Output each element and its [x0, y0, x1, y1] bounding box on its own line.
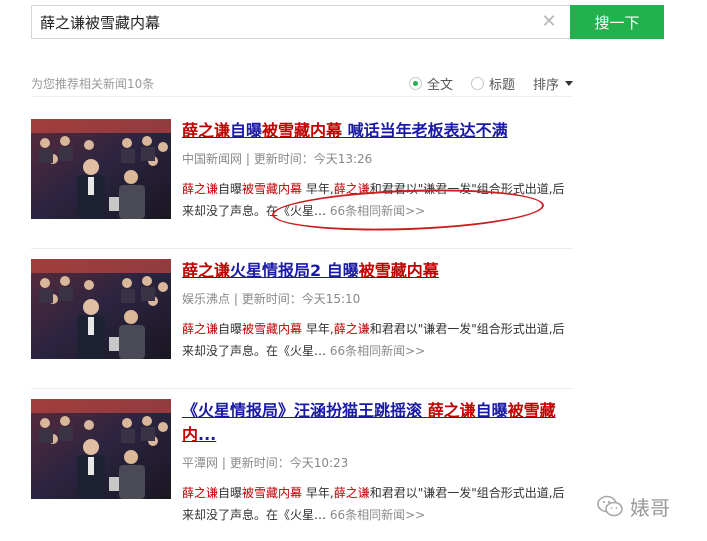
snippet-fragment: 早年, [302, 322, 334, 336]
result-thumbnail[interactable] [31, 399, 171, 499]
title-fragment: 《火星情报局》汪涵扮猫王跳摇滚 [182, 401, 428, 420]
result-meta: 中国新闻网 | 更新时间：今天13:26 [182, 151, 574, 167]
snippet-fragment: 早年, [302, 182, 334, 196]
result-time: 更新时间：今天13:26 [253, 152, 373, 166]
title-fragment: 喊话当年老板表达不满 [342, 121, 508, 140]
search-button[interactable]: 搜一下 [570, 5, 664, 39]
result-divider [31, 248, 573, 249]
meta-separator: | [218, 456, 230, 470]
result-source: 娱乐沸点 [182, 292, 231, 306]
result-snippet: 薛之谦自曝被雪藏内幕 早年,薛之谦和君君以"谦君一发"组合形式出道,后来却没了声… [182, 318, 574, 362]
title-fragment: 自曝 [475, 401, 508, 420]
result-item: 《火星情报局》汪涵扮猫王跳摇滚 薛之谦自曝被雪藏内... 平潭网 | 更新时间：今… [31, 399, 573, 541]
title-fragment: ... [198, 425, 217, 444]
result-divider [31, 388, 573, 389]
result-title-link[interactable]: 《火星情报局》汪涵扮猫王跳摇滚 薛之谦自曝被雪藏内... [182, 399, 567, 447]
radio-checked-icon[interactable] [408, 77, 422, 90]
result-body: 《火星情报局》汪涵扮猫王跳摇滚 薛之谦自曝被雪藏内... 平潭网 | 更新时间：今… [182, 399, 574, 526]
result-time: 更新时间：今天15:10 [241, 292, 361, 306]
result-snippet: 薛之谦自曝被雪藏内幕 早年,薛之谦和君君以"谦君一发"组合形式出道,后来却没了声… [182, 482, 574, 526]
meta-separator: | [230, 292, 242, 306]
snippet-fragment: 被雪藏内幕 [242, 486, 303, 500]
radio-unchecked-icon[interactable] [470, 77, 484, 90]
caret-down-icon [565, 81, 573, 86]
filter-full-text-label: 全文 [426, 78, 453, 93]
result-thumbnail[interactable] [31, 259, 171, 359]
snippet-fragment: 被雪藏内幕 [242, 322, 303, 336]
search-input[interactable]: 薛之谦被雪藏内幕 ✕ [31, 5, 570, 39]
title-fragment: 火星情报局2 自曝 [230, 261, 359, 280]
thumbnail-image [31, 399, 171, 499]
result-meta: 平潭网 | 更新时间：今天10:23 [182, 455, 574, 471]
snippet-fragment: 自曝 [218, 486, 243, 500]
filter-full-text-option[interactable]: 全文 [408, 74, 453, 93]
result-item: 薛之谦自曝被雪藏内幕 喊话当年老板表达不满 中国新闻网 | 更新时间：今天13:2… [31, 119, 573, 249]
result-time: 更新时间：今天10:23 [229, 456, 349, 470]
result-title-link[interactable]: 薛之谦火星情报局2 自曝被雪藏内幕 [182, 259, 574, 283]
filter-title-option[interactable]: 标题 [470, 74, 515, 93]
filter-row: 为您推荐相关新闻10条 全文 标题 排序 [31, 71, 573, 97]
thumbnail-image [31, 119, 171, 219]
wechat-icon [597, 495, 623, 517]
result-source: 中国新闻网 [182, 152, 243, 166]
meta-separator: | [242, 152, 254, 166]
title-fragment: 薛之谦 [182, 261, 231, 280]
snippet-fragment: 自曝 [218, 182, 243, 196]
thumbnail-image [31, 259, 171, 359]
snippet-fragment: 薛之谦 [333, 322, 370, 336]
snippet-fragment: 薛之谦 [182, 486, 219, 500]
result-item: 薛之谦火星情报局2 自曝被雪藏内幕 娱乐沸点 | 更新时间：今天15:10 薛之谦自… [31, 259, 573, 389]
watermark-text: 婊哥 [630, 495, 670, 520]
close-icon[interactable]: ✕ [540, 13, 558, 31]
recommend-count-text: 为您推荐相关新闻10条 [31, 77, 155, 91]
result-thumbnail[interactable] [31, 119, 171, 219]
result-meta: 娱乐沸点 | 更新时间：今天15:10 [182, 291, 574, 307]
sort-dropdown[interactable]: 排序 [533, 74, 573, 93]
filter-options: 全文 标题 排序 [408, 74, 573, 93]
watermark: 婊哥 [596, 490, 670, 522]
result-body: 薛之谦火星情报局2 自曝被雪藏内幕 娱乐沸点 | 更新时间：今天15:10 薛之谦自… [182, 259, 574, 362]
sort-label: 排序 [532, 78, 559, 93]
title-fragment: 被雪藏内幕 [262, 121, 343, 140]
search-query-text: 薛之谦被雪藏内幕 [40, 13, 161, 32]
search-bar: 薛之谦被雪藏内幕 ✕ 搜一下 [31, 5, 664, 39]
title-fragment: 薛之谦 [427, 401, 476, 420]
title-fragment: 自曝 [230, 121, 263, 140]
snippet-fragment: 薛之谦 [182, 322, 219, 336]
title-fragment: 被雪藏内幕 [358, 261, 439, 280]
snippet-fragment: 被雪藏内幕 [242, 182, 303, 196]
snippet-fragment: 薛之谦 [182, 182, 219, 196]
result-source: 平潭网 [182, 456, 219, 470]
same-news-link[interactable]: 66条相同新闻>> [330, 508, 425, 522]
filter-title-label: 标题 [488, 78, 515, 93]
title-fragment: 薛之谦 [182, 121, 231, 140]
same-news-link[interactable]: 66条相同新闻>> [330, 344, 425, 358]
result-title-link[interactable]: 薛之谦自曝被雪藏内幕 喊话当年老板表达不满 [182, 119, 574, 143]
snippet-fragment: 薛之谦 [333, 486, 370, 500]
snippet-fragment: 自曝 [218, 322, 243, 336]
snippet-fragment: 早年, [302, 486, 334, 500]
